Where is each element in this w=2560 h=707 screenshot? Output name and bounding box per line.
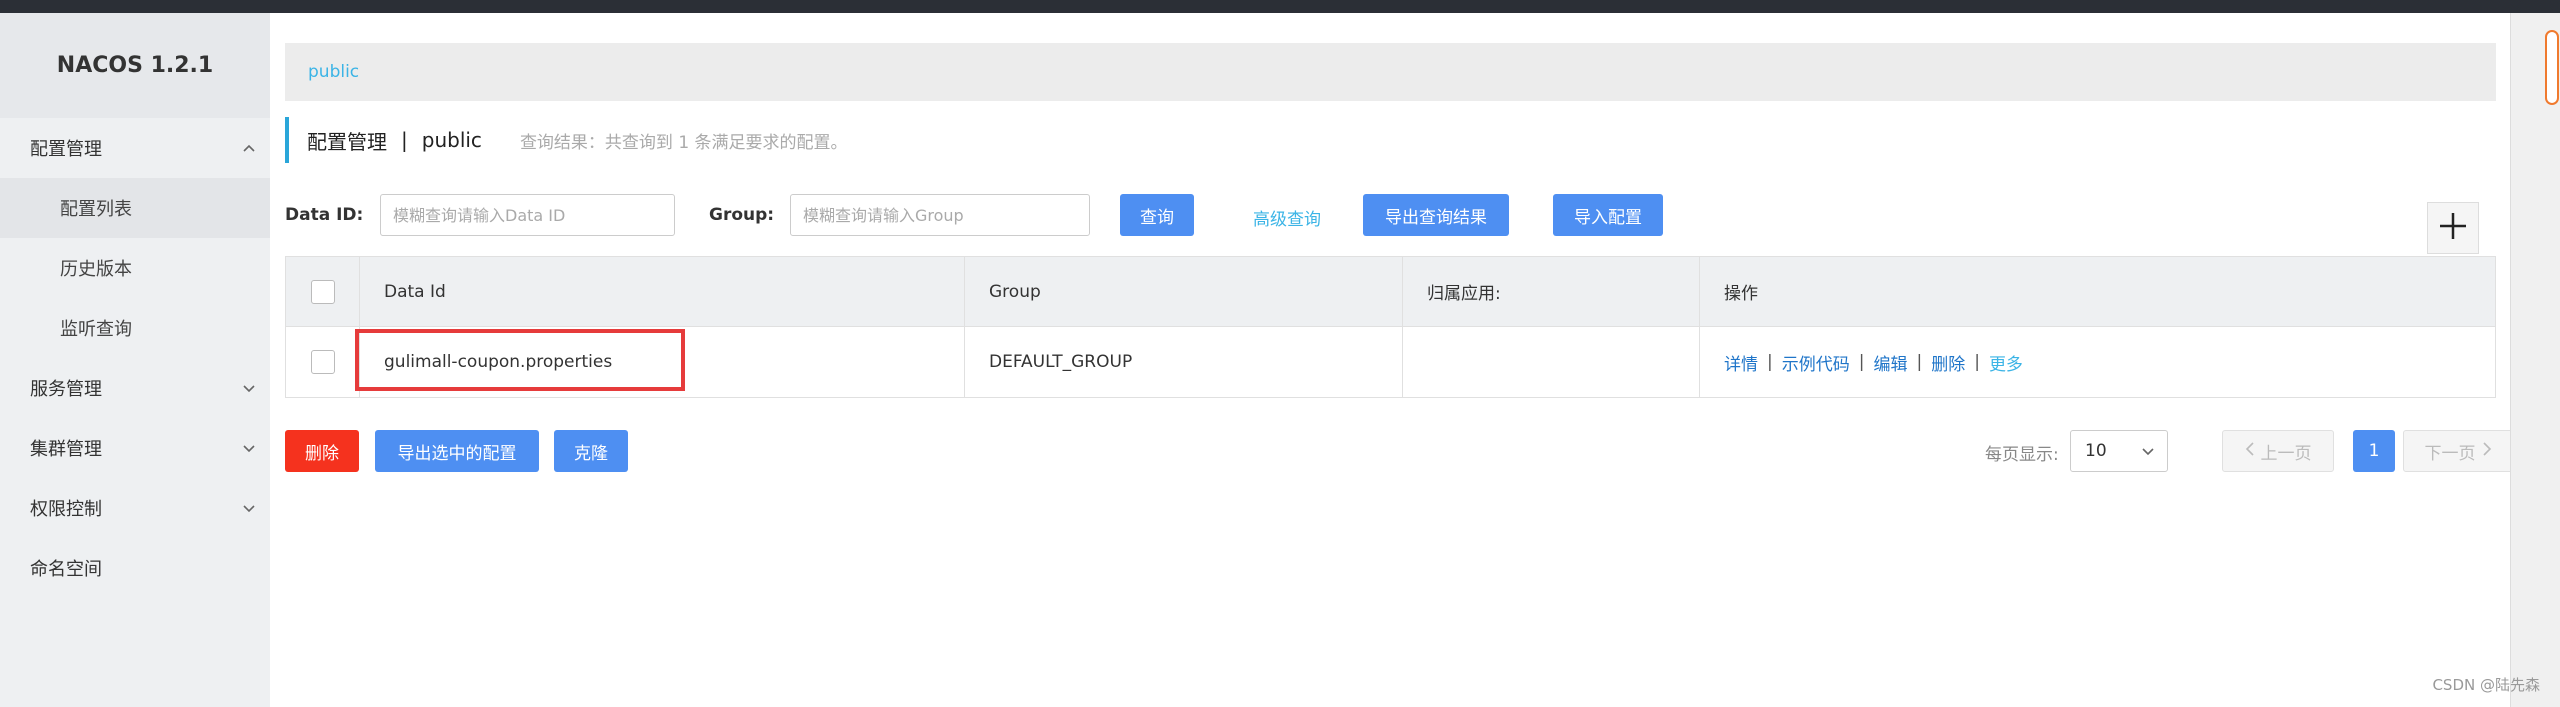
page-title: 配置管理 — [307, 129, 387, 154]
data-id-label: Data ID: — [285, 205, 364, 225]
action-separator: | — [1974, 352, 1980, 372]
sidebar-item-service-management[interactable]: 服务管理 — [0, 358, 270, 418]
table-header: Data Id Group 归属应用: 操作 — [286, 257, 2495, 327]
export-selected-button[interactable]: 导出选中的配置 — [375, 430, 539, 472]
title-separator: | — [401, 128, 408, 152]
vertical-scrollbar[interactable] — [2510, 13, 2560, 707]
select-all-checkbox[interactable] — [310, 279, 335, 304]
chevron-left-icon — [2245, 441, 2255, 461]
page-header: 配置管理 | public 查询结果：共查询到 1 条满足要求的配置。 — [285, 117, 848, 163]
sidebar-item-listener-query[interactable]: 监听查询 — [0, 298, 270, 358]
sidebar-item-label: 权限控制 — [30, 499, 102, 520]
data-id-input[interactable] — [380, 194, 675, 236]
sidebar-item-label: 历史版本 — [60, 259, 132, 280]
import-config-button[interactable]: 导入配置 — [1553, 194, 1663, 236]
chevron-down-icon — [2141, 444, 2155, 458]
group-label: Group: — [709, 205, 775, 225]
search-row: Data ID: Group: 查询 高级查询 导出查询结果 导入配置 — [285, 194, 2496, 236]
chevron-down-icon — [242, 501, 256, 515]
sidebar-item-label: 服务管理 — [30, 379, 102, 400]
top-bar — [0, 0, 2560, 13]
add-config-button[interactable] — [2427, 202, 2479, 254]
highlight-box — [355, 329, 685, 391]
per-page-select[interactable]: 10 — [2070, 430, 2168, 472]
prev-page-label: 上一页 — [2260, 443, 2312, 464]
chevron-right-icon — [2482, 441, 2492, 461]
sidebar-item-label: 集群管理 — [30, 439, 102, 460]
sidebar-item-config-management[interactable]: 配置管理 — [0, 118, 270, 178]
app-cell — [1403, 327, 1700, 397]
sidebar-item-access-control[interactable]: 权限控制 — [0, 478, 270, 538]
row-select-cell — [286, 327, 360, 397]
namespace-bar: public — [285, 43, 2496, 101]
next-page-label: 下一页 — [2424, 443, 2476, 464]
sidebar-item-config-list[interactable]: 配置列表 — [0, 178, 270, 238]
query-result-text: 查询结果：共查询到 1 条满足要求的配置。 — [519, 132, 848, 153]
column-header-actions: 操作 — [1724, 284, 1758, 304]
sidebar-item-history[interactable]: 历史版本 — [0, 238, 270, 298]
sidebar-item-cluster-management[interactable]: 集群管理 — [0, 418, 270, 478]
delete-link[interactable]: 删除 — [1931, 350, 1965, 375]
table-row: gulimall-coupon.properties DEFAULT_GROUP… — [286, 327, 2495, 397]
advanced-query-link[interactable]: 高级查询 — [1253, 205, 1321, 230]
chevron-up-icon — [242, 141, 256, 155]
group-cell: DEFAULT_GROUP — [965, 327, 1403, 397]
group-input[interactable] — [790, 194, 1090, 236]
column-header-group: Group — [965, 257, 1403, 326]
action-separator: | — [1858, 352, 1865, 372]
actions-cell: 详情 | 示例代码 | 编辑 | 删除 | 更多 — [1700, 327, 2495, 397]
column-header-app: 归属应用: — [1403, 257, 1700, 326]
sidebar-item-label: 配置管理 — [30, 139, 102, 160]
current-page-button[interactable]: 1 — [2353, 430, 2395, 472]
config-table: Data Id Group 归属应用: 操作 gulimall-coupon.p… — [285, 256, 2496, 398]
sidebar: NACOS 1.2.1 配置管理 配置列表 历史版本 监听查询 服务管理 集群管… — [0, 13, 270, 707]
next-page-button[interactable]: 下一页 — [2403, 430, 2513, 472]
clone-button[interactable]: 克隆 — [554, 430, 628, 472]
prev-page-button[interactable]: 上一页 — [2222, 430, 2334, 472]
action-separator: | — [1916, 352, 1923, 372]
row-checkbox[interactable] — [310, 350, 335, 374]
per-page-value: 10 — [2085, 441, 2107, 461]
brand-logo: NACOS 1.2.1 — [0, 13, 270, 118]
export-results-button[interactable]: 导出查询结果 — [1363, 194, 1509, 236]
data-id-cell: gulimall-coupon.properties — [355, 327, 965, 397]
select-all-cell — [286, 257, 360, 326]
sample-code-link[interactable]: 示例代码 — [1782, 350, 1850, 375]
per-page-label: 每页显示: — [1985, 445, 2059, 465]
header-accent-bar — [285, 117, 289, 163]
table-footer: 删除 导出选中的配置 克隆 每页显示: 10 上一页 1 下一页 — [285, 430, 2513, 472]
chevron-down-icon — [242, 381, 256, 395]
plus-icon — [2437, 210, 2469, 246]
detail-link[interactable]: 详情 — [1724, 350, 1758, 375]
column-header-data-id: Data Id — [360, 257, 965, 326]
sidebar-item-label: 命名空间 — [30, 559, 102, 580]
watermark: CSDN @陆先森 — [2432, 676, 2540, 694]
action-separator: | — [1767, 352, 1773, 372]
query-button[interactable]: 查询 — [1120, 194, 1194, 236]
more-link[interactable]: 更多 — [1989, 350, 2023, 375]
sidebar-item-label: 监听查询 — [60, 319, 132, 340]
page-namespace: public — [421, 128, 482, 152]
namespace-link-public[interactable]: public — [308, 62, 359, 82]
chevron-down-icon — [242, 441, 256, 455]
sidebar-item-namespace[interactable]: 命名空间 — [0, 538, 270, 598]
scrollbar-thumb[interactable] — [2545, 30, 2559, 105]
edit-link[interactable]: 编辑 — [1873, 350, 1907, 375]
main-content: public 配置管理 | public 查询结果：共查询到 1 条满足要求的配… — [270, 13, 2513, 707]
sidebar-item-label: 配置列表 — [60, 199, 132, 220]
delete-button[interactable]: 删除 — [285, 430, 359, 472]
